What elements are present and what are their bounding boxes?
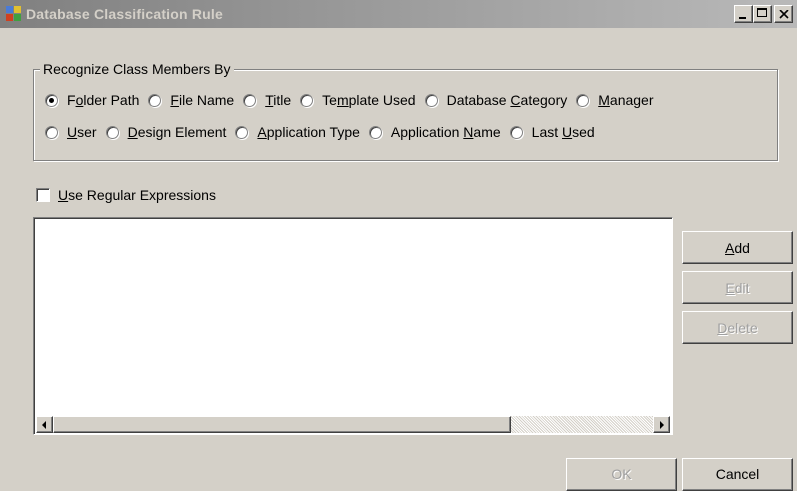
add-button[interactable]: Add	[682, 231, 793, 264]
title-bar[interactable]: Database Classification Rule	[0, 0, 797, 28]
minimize-icon	[739, 17, 746, 19]
window-controls	[734, 5, 793, 23]
radio-button[interactable]	[45, 93, 58, 107]
arrow-left-icon	[42, 421, 46, 429]
radio-label: Manager	[598, 92, 654, 108]
radio-label: Last Used	[531, 124, 595, 140]
edit-button[interactable]: Edit	[682, 271, 793, 304]
cancel-button[interactable]: Cancel	[682, 458, 793, 491]
radio-user[interactable]: User	[45, 124, 97, 140]
radio-button[interactable]	[509, 125, 523, 139]
maximize-icon	[757, 8, 767, 17]
minimize-button[interactable]	[734, 5, 753, 23]
radio-database-category[interactable]: Database Category	[424, 92, 568, 108]
window-app-icon[interactable]	[6, 6, 22, 22]
use-regex-checkbox-row[interactable]: Use Regular Expressions	[36, 187, 216, 203]
radio-application-type[interactable]: Application Type	[235, 124, 360, 140]
radio-title[interactable]: Title	[243, 92, 291, 108]
radio-button[interactable]	[105, 125, 119, 139]
radio-label: Database Category	[446, 92, 568, 108]
delete-button[interactable]: Delete	[682, 311, 793, 344]
cancel-button-label: Cancel	[715, 466, 760, 482]
close-button[interactable]	[774, 5, 793, 23]
window-title: Database Classification Rule	[26, 6, 223, 22]
radio-label: File Name	[170, 92, 235, 108]
use-regex-checkbox[interactable]	[36, 188, 50, 202]
arrow-right-icon	[660, 421, 664, 429]
radio-button[interactable]	[300, 93, 314, 107]
scroll-right-button[interactable]	[653, 416, 670, 433]
radio-button[interactable]	[45, 125, 58, 139]
radio-application-name[interactable]: Application Name	[368, 124, 501, 140]
radio-label: Folder Path	[67, 92, 140, 108]
ok-button-label: OK	[611, 466, 632, 482]
radio-button[interactable]	[235, 125, 249, 139]
radio-button[interactable]	[424, 93, 438, 107]
radio-label: User	[67, 124, 97, 140]
recognize-by-groupbox	[33, 69, 778, 161]
ok-button[interactable]: OK	[566, 458, 677, 491]
close-icon	[778, 9, 789, 19]
scrollbar-thumb[interactable]	[53, 416, 511, 433]
radio-folder-path[interactable]: Folder Path	[45, 92, 139, 108]
radio-button[interactable]	[576, 93, 590, 107]
edit-button-label: Edit	[725, 279, 750, 296]
radio-label: Title	[265, 92, 292, 108]
radio-row-1: Folder Path File Name Title Template Use…	[45, 92, 663, 108]
rules-listbox[interactable]	[33, 217, 673, 435]
horizontal-scrollbar[interactable]	[36, 416, 670, 433]
radio-row-2: User Design Element Application Type App…	[45, 124, 604, 140]
radio-label: Template Used	[322, 92, 416, 108]
radio-button[interactable]	[368, 125, 382, 139]
radio-label: Design Element	[127, 124, 227, 140]
radio-button[interactable]	[243, 93, 257, 107]
scrollbar-track[interactable]	[511, 416, 653, 433]
radio-label: Application Name	[390, 124, 501, 140]
radio-button[interactable]	[148, 93, 162, 107]
use-regex-label: Use Regular Expressions	[58, 187, 216, 203]
add-button-label: Add	[725, 239, 750, 256]
maximize-button[interactable]	[753, 5, 772, 23]
groupbox-legend: Recognize Class Members By	[40, 60, 234, 78]
radio-file-name[interactable]: File Name	[148, 92, 234, 108]
radio-template-used[interactable]: Template Used	[300, 92, 416, 108]
radio-design-element[interactable]: Design Element	[105, 124, 227, 140]
delete-button-label: Delete	[717, 319, 758, 336]
radio-manager[interactable]: Manager	[576, 92, 654, 108]
radio-label: Application Type	[257, 124, 360, 140]
scroll-left-button[interactable]	[36, 416, 53, 433]
radio-last-used[interactable]: Last Used	[509, 124, 595, 140]
